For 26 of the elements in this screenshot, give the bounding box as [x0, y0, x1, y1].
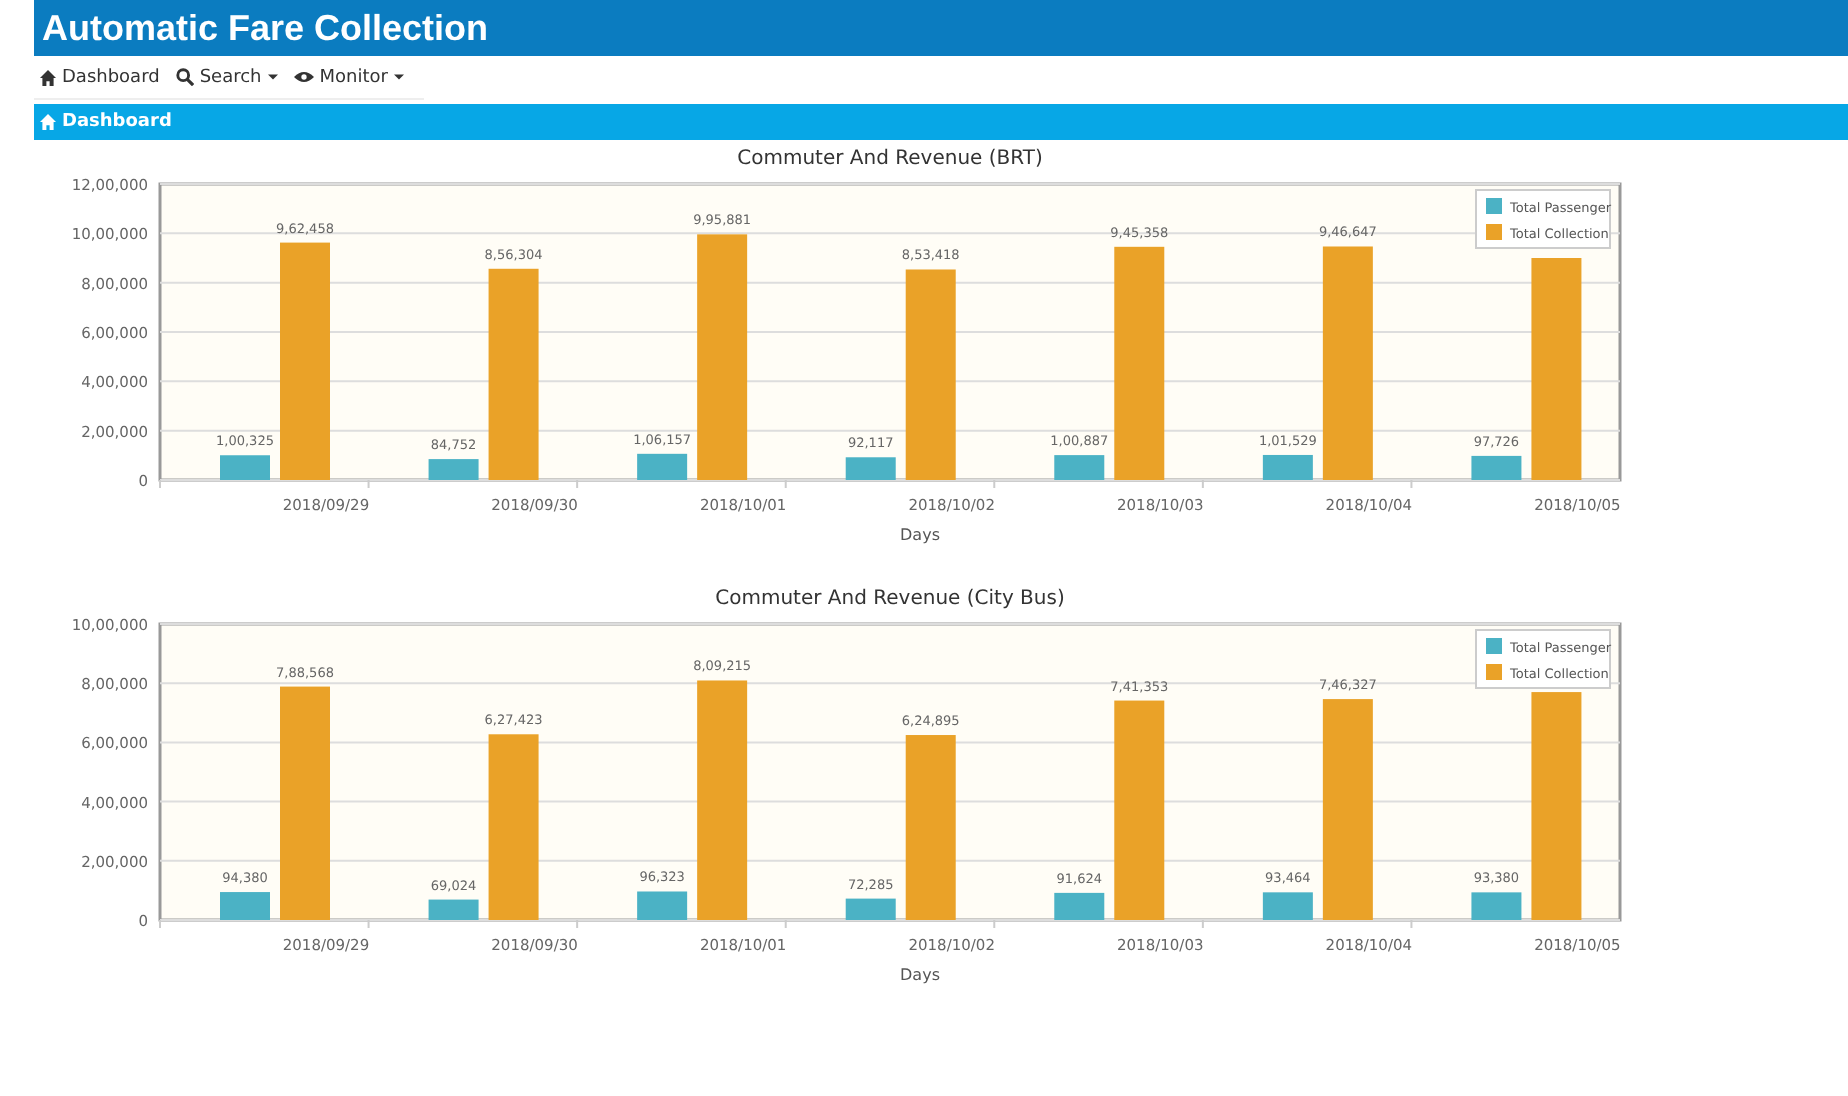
- bar: [1262, 892, 1313, 920]
- nav-item[interactable]: Search: [169, 67, 284, 87]
- bar: [1471, 892, 1522, 920]
- bar: [220, 892, 270, 920]
- bar: [637, 453, 688, 480]
- chart-title: Commuter And Revenue (BRT): [737, 148, 1043, 170]
- nav-item[interactable]: Dashboard: [34, 67, 166, 87]
- search-icon: [175, 68, 194, 86]
- bar: [428, 459, 479, 480]
- bar: [220, 455, 270, 480]
- legend-background: [1475, 629, 1611, 689]
- bar: [637, 891, 688, 920]
- x-axis-title: Days: [900, 966, 940, 984]
- legend-background: [1475, 189, 1611, 249]
- bar: [1471, 455, 1522, 480]
- bar: [845, 457, 896, 480]
- home-icon: [40, 114, 56, 130]
- bar: [1054, 892, 1105, 920]
- app-title: Automatic Fare Collection: [42, 7, 489, 49]
- nav-item[interactable]: Monitor: [287, 67, 410, 87]
- section-title: Dashboard: [62, 112, 172, 132]
- eye-icon: [293, 70, 314, 84]
- chart-title: Commuter And Revenue (City Bus): [715, 588, 1065, 610]
- x-axis-title: Days: [900, 526, 940, 544]
- bar: [1054, 455, 1105, 480]
- home-icon: [40, 69, 56, 85]
